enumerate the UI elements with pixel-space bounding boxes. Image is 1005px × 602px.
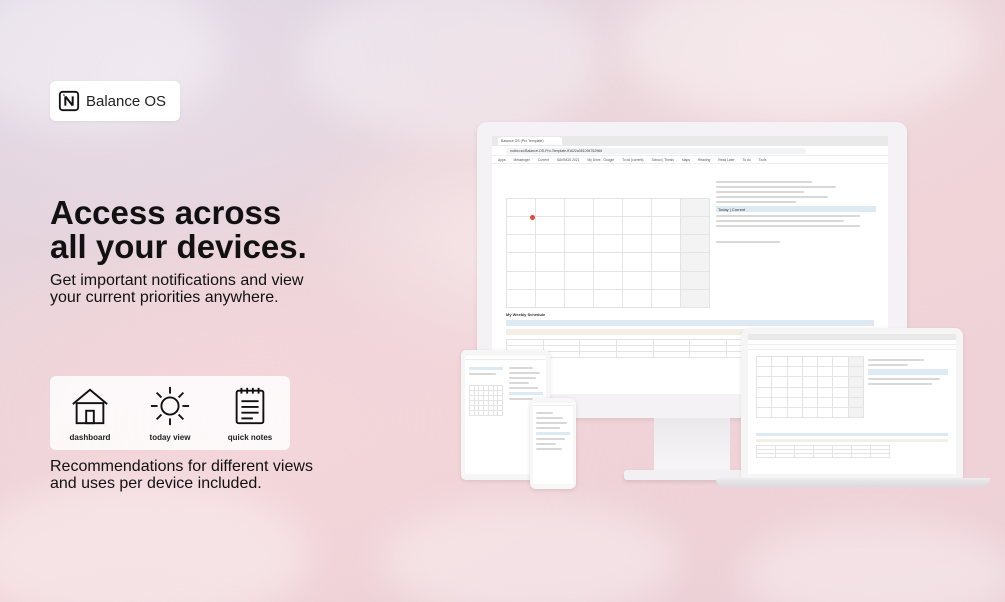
browser-tab-bar: Balance OS (Pro Template): [492, 136, 888, 146]
monitor-stand: [654, 418, 730, 472]
cloud-decoration: [740, 520, 1005, 602]
sun-icon: [150, 386, 190, 426]
browser-tab: Balance OS (Pro Template): [498, 137, 562, 145]
notion-logo-icon: [58, 90, 80, 112]
brand-badge: Balance OS: [50, 81, 180, 121]
cloud-decoration: [380, 500, 680, 602]
views-card: dashboard today view quick notes: [50, 376, 290, 450]
bookmark: Read Later: [718, 157, 735, 162]
recommendation-line-1: Recommendations for different views: [50, 458, 313, 475]
cloud-decoration: [0, 480, 310, 602]
section-weekly: My Weekly Schedule: [506, 312, 546, 317]
laptop-weekly: [756, 430, 948, 470]
recommendation-text: Recommendations for different views and …: [50, 458, 370, 492]
bookmark: My Drive - Google: [587, 157, 615, 162]
laptop-base: [716, 478, 990, 487]
bookmarks-bar: Apps Messenger Current SAVINGS 2021 My D…: [492, 156, 888, 164]
today-marker: [530, 215, 535, 220]
cloud-decoration: [620, 0, 980, 120]
phone-screen: [533, 403, 573, 484]
view-label: today view: [149, 433, 191, 442]
bookmark: Messenger: [513, 157, 530, 162]
subheadline: Get important notifications and view you…: [50, 272, 390, 306]
view-quick-notes: quick notes: [215, 385, 285, 442]
brand-name: Balance OS: [86, 92, 167, 110]
subheadline-line-2: your current priorities anywhere.: [50, 289, 279, 306]
calendar-grid: [506, 198, 710, 308]
bookmark: SAVINGS 2021: [556, 157, 580, 162]
view-today: today view: [135, 385, 205, 442]
right-panel: Today | Current: [716, 178, 876, 308]
section-today: Today | Current: [716, 206, 876, 212]
bookmark: To do (current): [622, 157, 644, 162]
headline-line-2: all your devices.: [50, 228, 307, 265]
view-label: quick notes: [227, 433, 273, 442]
headline-line-1: Access across: [50, 194, 282, 231]
laptop-right-panel: [868, 356, 948, 416]
laptop-calendar-grid: [756, 356, 864, 418]
bookmark: Apps: [498, 157, 506, 162]
bookmark: School | Thesis: [651, 157, 674, 162]
recommendation-line-2: and uses per device included.: [50, 475, 262, 492]
bookmark: Reading: [698, 157, 711, 162]
url-field: notion.so/Balance-OS-Pro-Template-ff1622…: [506, 147, 806, 154]
subheadline-line-1: Get important notifications and view: [50, 272, 304, 289]
view-dashboard: dashboard: [55, 385, 125, 442]
bookmark: Current: [537, 157, 549, 162]
cloud-decoration: [300, 0, 600, 140]
house-icon: [72, 388, 108, 425]
phone-content: [533, 406, 573, 456]
tablet-left-column: [469, 364, 503, 464]
notepad-icon: [235, 387, 265, 425]
laptop-screen: [748, 334, 956, 474]
headline: Access across all your devices.: [50, 196, 430, 264]
view-label: dashboard: [69, 433, 111, 442]
bookmark: To do: [742, 157, 751, 162]
address-bar: notion.so/Balance-OS-Pro-Template-ff1622…: [492, 146, 888, 156]
bookmark: Tools: [758, 157, 767, 162]
bookmark: Maps: [681, 157, 690, 162]
